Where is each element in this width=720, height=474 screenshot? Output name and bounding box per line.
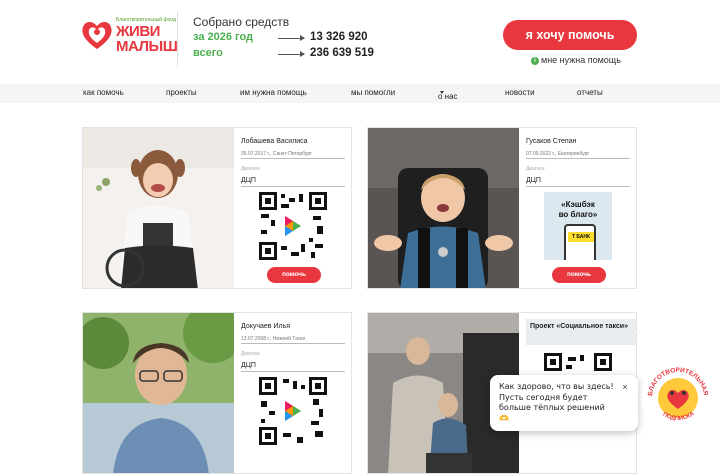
need-help-label: мне нужна помощь — [541, 55, 621, 65]
need-help-link[interactable]: i мне нужна помощь — [531, 55, 621, 65]
collected-label: Собрано средств — [193, 15, 290, 29]
diagnosis-label: Диагноз — [241, 166, 260, 172]
close-icon[interactable]: × — [618, 380, 632, 394]
donate-button[interactable]: помочь — [552, 267, 606, 283]
subscription-badge-icon: БЛАГОТВОРИТЕЛЬНАЯ ПОДПИСКА — [642, 362, 714, 434]
diagnosis-value: ДЦП — [526, 177, 541, 184]
i-want-to-help-button[interactable]: я хочу помочь — [503, 20, 637, 50]
site-header: Благотворительный фонд ЖИВИ МАЛЫШ Собран… — [0, 0, 720, 82]
child-name[interactable]: Гусаков Степан — [526, 138, 576, 145]
nav-item-we-helped[interactable]: мы помогли — [351, 88, 395, 97]
diagnosis-label: Диагноз — [526, 166, 545, 172]
child-meta: 13.07.2008 г., Нижний Тагил — [241, 336, 306, 342]
cashback-ad-title: «Кэшбэк во благо» — [544, 200, 612, 220]
diagnosis-value: ДЦП — [241, 362, 256, 369]
cashback-ad-line-1: «Кэшбэк — [561, 200, 595, 209]
qr-code-icon[interactable] — [259, 377, 327, 445]
diagnosis-label: Диагноз — [241, 351, 260, 357]
header-divider — [177, 12, 178, 67]
child-name[interactable]: Докучаев Илья — [241, 323, 290, 330]
child-card[interactable]: Лобашева Василиса 05.07.2017 г., Санкт-П… — [82, 127, 352, 289]
welcome-popup: Как здорово, что вы здесь! Пусть сегодня… — [490, 375, 638, 431]
divider — [241, 186, 345, 187]
logo-line-2: МАЛЫШ — [116, 38, 178, 55]
project-title[interactable]: Проект «Социальное такси» — [526, 319, 636, 345]
popup-message: Как здорово, что вы здесь! Пусть сегодня… — [499, 382, 614, 423]
year-amount: 13 326 920 — [310, 31, 368, 43]
divider — [241, 371, 345, 372]
main-nav: как помочь проекты им нужна помощь мы по… — [0, 84, 720, 103]
nav-item-about[interactable]: о нас — [438, 88, 458, 101]
nav-item-about-label: о нас — [438, 92, 458, 101]
child-meta: 05.07.2017 г., Санкт-Петербург — [241, 151, 313, 157]
phone-illustration — [564, 224, 596, 260]
nav-item-how-to-help[interactable]: как помочь — [83, 88, 124, 97]
total-amount: 236 639 519 — [310, 47, 374, 59]
child-name[interactable]: Лобашева Василиса — [241, 138, 308, 145]
cashback-ad-line-2: во благо» — [558, 210, 598, 219]
nav-item-need-help[interactable]: им нужна помощь — [240, 88, 307, 97]
donate-button[interactable]: помочь — [267, 267, 321, 283]
divider — [526, 158, 630, 159]
cashback-ad-banner[interactable]: «Кэшбэк во благо» Т БАНК — [544, 192, 612, 260]
diagnosis-value: ДЦП — [241, 177, 256, 184]
divider — [241, 158, 345, 159]
heart-logo-icon — [82, 21, 112, 49]
nav-item-projects[interactable]: проекты — [166, 88, 197, 97]
arrow-right-icon — [278, 35, 305, 41]
arrow-right-icon — [278, 51, 305, 57]
qr-code-icon[interactable] — [259, 192, 327, 260]
card-info: Гусаков Степан 07.09.2022 г., Екатеринбу… — [526, 128, 634, 288]
total-label: всего — [193, 47, 223, 59]
tbank-logo: Т БАНК — [568, 232, 594, 242]
child-card[interactable]: Гусаков Степан 07.09.2022 г., Екатеринбу… — [367, 127, 637, 289]
divider — [526, 186, 630, 187]
child-photo — [83, 128, 234, 288]
nav-item-reports[interactable]: отчеты — [577, 88, 603, 97]
divider — [241, 343, 345, 344]
site-logo[interactable]: Благотворительный фонд ЖИВИ МАЛЫШ — [80, 14, 178, 62]
year-label: за 2026 год — [193, 31, 254, 43]
nav-item-news[interactable]: новости — [505, 88, 535, 97]
info-icon: i — [531, 56, 539, 65]
charity-subscription-badge[interactable]: БЛАГОТВОРИТЕЛЬНАЯ ПОДПИСКА — [640, 360, 716, 436]
child-photo — [368, 128, 519, 288]
child-meta: 07.09.2022 г., Екатеринбург — [526, 151, 590, 157]
card-info: Лобашева Василиса 05.07.2017 г., Санкт-П… — [241, 128, 349, 288]
